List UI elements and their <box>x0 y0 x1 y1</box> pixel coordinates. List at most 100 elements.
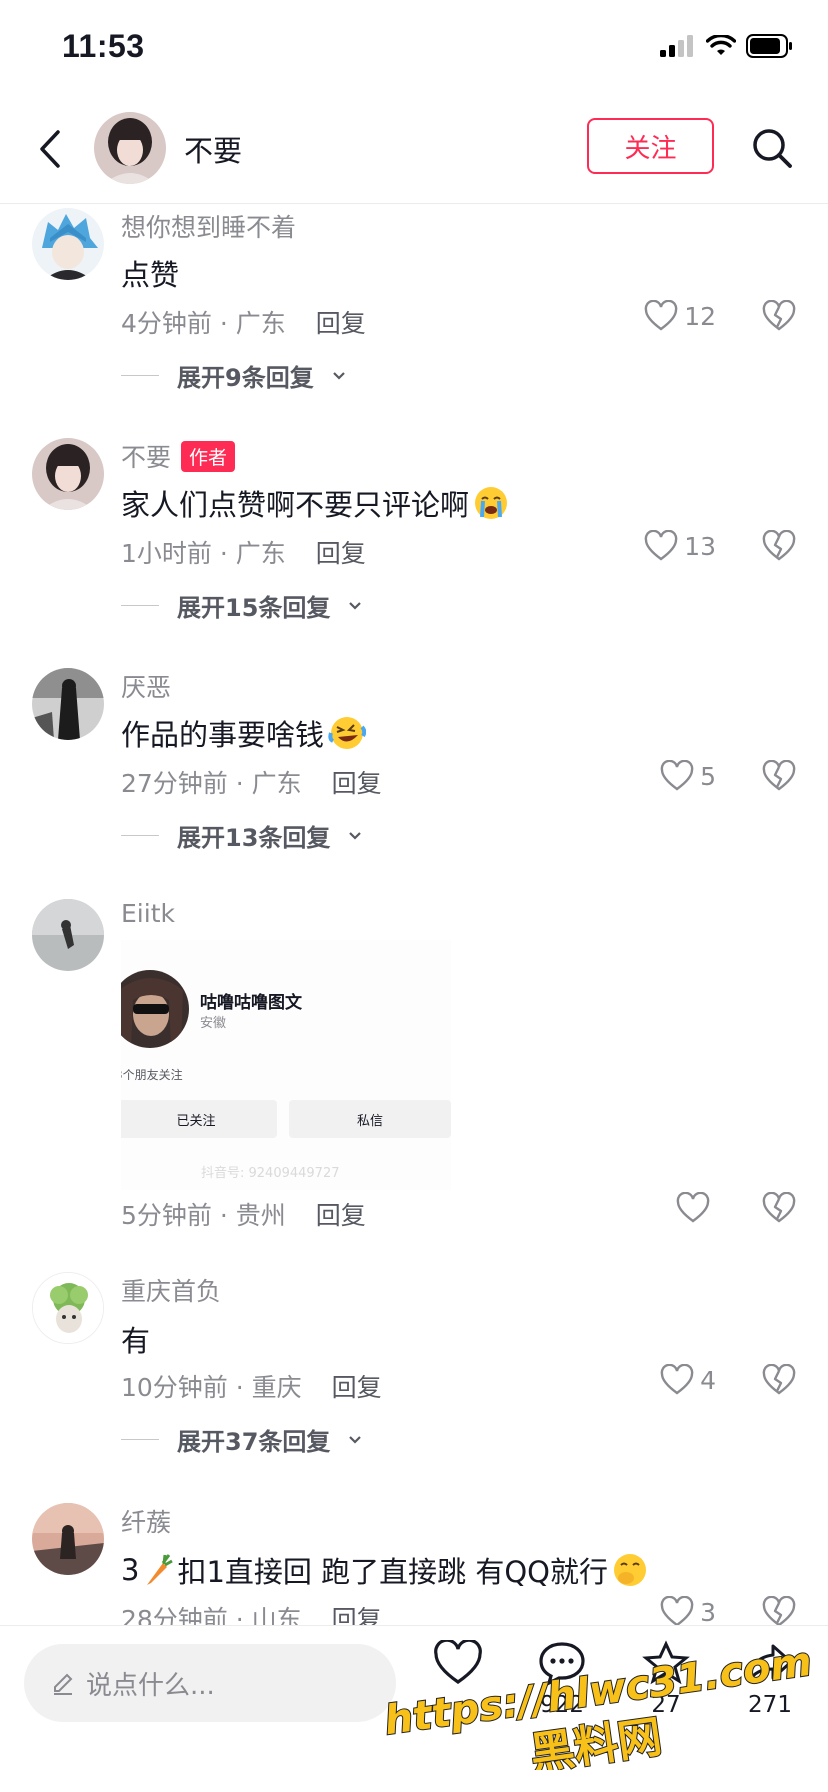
header: 不要 关注 <box>0 100 828 204</box>
like-button[interactable]: 12 <box>644 300 716 332</box>
share-button[interactable]: 271 <box>730 1640 810 1718</box>
wifi-icon <box>706 35 736 55</box>
reply-button[interactable]: 回复 <box>316 539 366 568</box>
avatar-image <box>32 438 104 510</box>
avatar-image <box>32 899 104 971</box>
expand-replies-button[interactable]: 展开15条回复 <box>121 588 362 623</box>
comment-time-location: 10分钟前 · 重庆 <box>121 1373 302 1402</box>
search-icon <box>753 129 792 168</box>
commenter-avatar[interactable] <box>32 208 104 280</box>
commenter-name[interactable]: 厌恶 <box>121 668 171 704</box>
comment-count-button[interactable]: 922 <box>522 1640 602 1718</box>
broken-heart-icon <box>762 759 796 791</box>
like-video-button[interactable] <box>418 1638 498 1690</box>
dislike-button[interactable] <box>762 759 796 792</box>
like-button[interactable]: 13 <box>644 530 716 562</box>
chevron-down-icon <box>349 1435 362 1444</box>
like-count: 5 <box>700 761 716 791</box>
like-button[interactable]: 4 <box>660 1364 716 1396</box>
comment-input[interactable]: 说点什么... <box>24 1644 396 1722</box>
author-badge: 作者 <box>181 440 236 472</box>
reply-button[interactable]: 回复 <box>316 1201 366 1230</box>
chevron-down-icon <box>349 831 362 840</box>
pencil-icon <box>54 1673 73 1695</box>
commenter-avatar[interactable] <box>32 899 104 971</box>
commenter-avatar[interactable] <box>32 668 104 740</box>
expand-replies-button[interactable]: 展开13条回复 <box>121 818 362 853</box>
chevron-down-icon <box>349 601 362 610</box>
dislike-button[interactable] <box>762 529 796 562</box>
expand-label: 展开15条回复 <box>177 594 331 622</box>
status-time: 11:53 <box>62 28 145 64</box>
broken-heart-icon <box>762 529 796 561</box>
signal-icon <box>660 35 693 57</box>
like-button[interactable]: 5 <box>660 760 716 792</box>
shared-profile-location: 安徽 <box>200 1016 227 1031</box>
expand-label: 展开13条回复 <box>177 824 331 852</box>
like-button[interactable] <box>676 1192 716 1224</box>
header-avatar[interactable] <box>94 112 166 184</box>
shared-profile-name: 咕噜咕噜图文 <box>200 993 302 1013</box>
shared-profile-avatar <box>121 970 189 1048</box>
reply-button[interactable]: 回复 <box>332 1373 382 1402</box>
comment-count: 922 <box>540 1692 584 1718</box>
back-button[interactable] <box>30 124 70 174</box>
commenter-avatar[interactable] <box>32 438 104 510</box>
comment-text: 3 扣1直接回 跑了直接跳 有QQ就行 <box>121 1549 648 1591</box>
comment-image[interactable]: 咕噜咕噜图文 安徽 3个朋友关注 已关注 私信 抖音号: 92409449727 <box>121 940 451 1190</box>
dislike-button[interactable] <box>762 1595 796 1628</box>
comment-text: 家人们点赞啊不要只评论啊 <box>121 482 509 524</box>
dislike-button[interactable] <box>762 299 796 332</box>
expand-replies-button[interactable]: 展开9条回复 <box>121 358 346 393</box>
like-count: 4 <box>700 1365 716 1395</box>
chevron-down-icon <box>332 371 345 380</box>
expand-replies-button[interactable]: 展开37条回复 <box>121 1422 362 1457</box>
shared-followed-button: 已关注 <box>121 1100 277 1138</box>
commenter-avatar[interactable] <box>32 1503 104 1575</box>
divider-line <box>121 1439 159 1440</box>
shared-message-button: 私信 <box>289 1100 451 1138</box>
commenter-name-text[interactable]: 不要 <box>121 438 171 474</box>
collect-count: 27 <box>651 1692 681 1718</box>
dislike-button[interactable] <box>762 1363 796 1396</box>
comment-text-content: 扣1直接回 跑了直接跳 有QQ就行 <box>177 1555 608 1589</box>
search-button[interactable] <box>748 124 798 174</box>
hand-over-mouth-emoji <box>614 1554 646 1586</box>
commenter-name[interactable]: 想你想到睡不着 <box>121 208 296 244</box>
comment-bubble-icon <box>539 1642 585 1687</box>
laughing-crying-emoji <box>328 717 367 749</box>
status-icons <box>660 34 794 58</box>
avatar-image <box>33 1273 103 1343</box>
share-icon <box>747 1644 793 1683</box>
heart-icon <box>660 1596 694 1627</box>
comment-meta: 27分钟前 · 广东 回复 <box>121 764 382 800</box>
divider-line <box>121 375 159 376</box>
follow-button[interactable]: 关注 <box>587 118 714 174</box>
bottom-bar: 说点什么... 922 27 271 <box>0 1625 828 1792</box>
heart-icon <box>660 760 694 791</box>
commenter-name[interactable]: 重庆首负 <box>121 1272 221 1308</box>
avatar-image <box>32 208 104 280</box>
star-icon <box>642 1640 690 1685</box>
commenter-avatar[interactable] <box>32 1272 104 1344</box>
commenter-name[interactable]: Eiitk <box>121 899 175 928</box>
comment-text-prefix: 3 <box>121 1553 140 1587</box>
dislike-button[interactable] <box>762 1191 796 1224</box>
avatar-image <box>32 1503 104 1575</box>
expand-label: 展开37条回复 <box>177 1428 331 1456</box>
comment-time-location: 4分钟前 · 广东 <box>121 309 286 338</box>
commenter-name[interactable]: 纤蔟 <box>121 1503 171 1539</box>
divider-line <box>121 835 159 836</box>
reply-button[interactable]: 回复 <box>332 769 382 798</box>
reply-button[interactable]: 回复 <box>316 309 366 338</box>
crying-emoji <box>475 487 508 519</box>
heart-icon <box>434 1638 482 1684</box>
header-user-name: 不要 <box>184 134 243 168</box>
commenter-name: 不要 作者 <box>121 438 236 474</box>
shared-friends-text: 3个朋友关注 <box>121 1068 183 1082</box>
broken-heart-icon <box>762 1363 796 1395</box>
comment-text: 作品的事要啥钱 <box>121 712 367 754</box>
comment-meta: 1小时前 · 广东 回复 <box>121 534 366 570</box>
collect-button[interactable]: 27 <box>626 1640 706 1718</box>
like-button[interactable]: 3 <box>660 1596 716 1628</box>
